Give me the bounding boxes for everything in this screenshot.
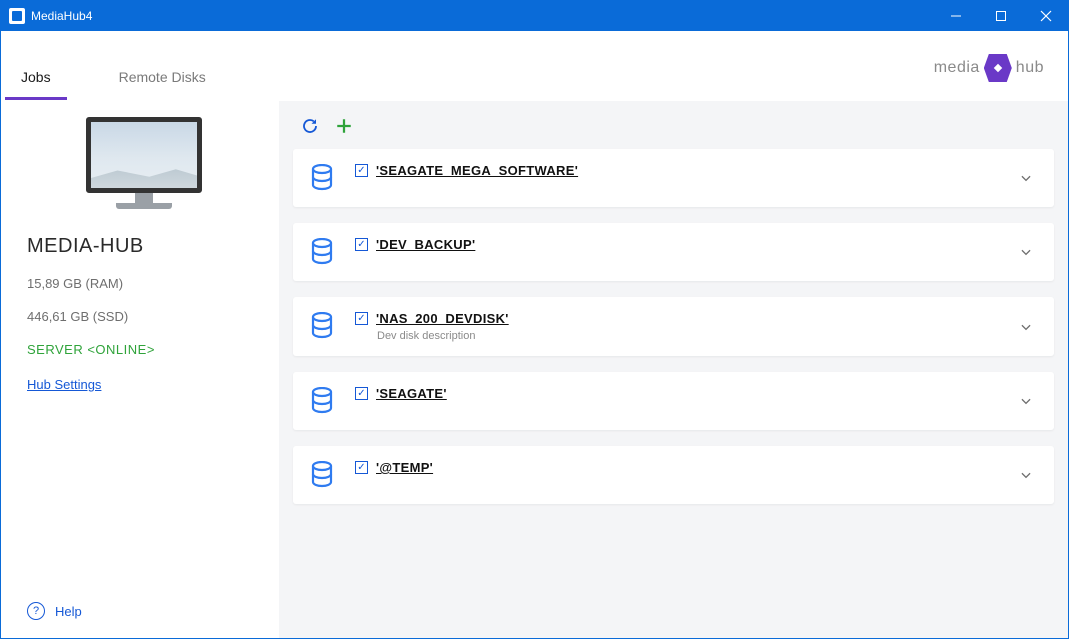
disk-list: ✓ 'SEAGATE_MEGA_SOFTWARE' ✓ 'DEV_BACKUP' ✓… <box>293 149 1054 504</box>
main-panel: ✓ 'SEAGATE_MEGA_SOFTWARE' ✓ 'DEV_BACKUP' ✓… <box>279 101 1068 638</box>
body: MEDIA-HUB 15,89 GB (RAM) 446,61 GB (SSD)… <box>1 101 1068 638</box>
help-link[interactable]: ? Help <box>27 596 261 626</box>
disk-body: ✓ 'SEAGATE' <box>355 386 998 401</box>
disk-title-row: ✓ 'DEV_BACKUP' <box>355 237 998 252</box>
disk-checkbox[interactable]: ✓ <box>355 387 368 400</box>
disk-title-row: ✓ 'SEAGATE' <box>355 386 998 401</box>
disk-name-link[interactable]: 'SEAGATE_MEGA_SOFTWARE' <box>376 163 578 178</box>
window-title: MediaHub4 <box>31 9 92 23</box>
disk-name-link[interactable]: 'DEV_BACKUP' <box>376 237 475 252</box>
app-icon <box>9 8 25 24</box>
header: Jobs Remote Disks media hub <box>1 31 1068 101</box>
help-label: Help <box>55 604 82 619</box>
sidebar: MEDIA-HUB 15,89 GB (RAM) 446,61 GB (SSD)… <box>1 101 279 638</box>
disk-title-row: ✓ 'NAS_200_DEVDISK' <box>355 311 998 326</box>
expand-chevron-icon[interactable] <box>1016 168 1036 188</box>
disk-icon <box>307 460 337 490</box>
disk-name-link[interactable]: '@TEMP' <box>376 460 433 475</box>
close-button[interactable] <box>1023 1 1068 31</box>
brand-mark-icon <box>984 54 1012 82</box>
disk-body: ✓ '@TEMP' <box>355 460 998 475</box>
tab-jobs[interactable]: Jobs <box>5 55 67 100</box>
expand-chevron-icon[interactable] <box>1016 242 1036 262</box>
help-icon: ? <box>27 602 45 620</box>
disk-row[interactable]: ✓ 'SEAGATE' <box>293 372 1054 430</box>
disk-body: ✓ 'DEV_BACKUP' <box>355 237 998 252</box>
disk-row[interactable]: ✓ 'NAS_200_DEVDISK' Dev disk description <box>293 297 1054 356</box>
disk-description: Dev disk description <box>355 330 998 342</box>
expand-chevron-icon[interactable] <box>1016 391 1036 411</box>
disk-icon <box>307 311 337 341</box>
disk-checkbox[interactable]: ✓ <box>355 238 368 251</box>
minimize-button[interactable] <box>933 1 978 31</box>
disk-checkbox[interactable]: ✓ <box>355 461 368 474</box>
disk-body: ✓ 'SEAGATE_MEGA_SOFTWARE' <box>355 163 998 178</box>
toolbar <box>293 113 1054 149</box>
disk-row[interactable]: ✓ '@TEMP' <box>293 446 1054 504</box>
disk-name-link[interactable]: 'SEAGATE' <box>376 386 447 401</box>
app-window: MediaHub4 Jobs Remote Disks media hub <box>0 0 1069 639</box>
brand-logo: media hub <box>934 54 1044 100</box>
disk-title-row: ✓ 'SEAGATE_MEGA_SOFTWARE' <box>355 163 998 178</box>
host-name: MEDIA-HUB <box>27 235 261 258</box>
titlebar: MediaHub4 <box>1 1 1068 31</box>
disk-title-row: ✓ '@TEMP' <box>355 460 998 475</box>
brand-text-right: hub <box>1016 59 1044 77</box>
ram-stat: 15,89 GB (RAM) <box>27 276 261 291</box>
disk-body: ✓ 'NAS_200_DEVDISK' Dev disk description <box>355 311 998 342</box>
tab-remote-disks[interactable]: Remote Disks <box>103 55 222 100</box>
tabs: Jobs Remote Disks <box>1 55 222 100</box>
disk-icon <box>307 237 337 267</box>
disk-name-link[interactable]: 'NAS_200_DEVDISK' <box>376 311 509 326</box>
refresh-button[interactable] <box>301 117 319 135</box>
brand-text-left: media <box>934 59 980 77</box>
expand-chevron-icon[interactable] <box>1016 317 1036 337</box>
computer-illustration <box>27 111 261 235</box>
maximize-button[interactable] <box>978 1 1023 31</box>
ssd-stat: 446,61 GB (SSD) <box>27 309 261 324</box>
disk-row[interactable]: ✓ 'DEV_BACKUP' <box>293 223 1054 281</box>
hub-settings-link[interactable]: Hub Settings <box>27 377 261 392</box>
disk-row[interactable]: ✓ 'SEAGATE_MEGA_SOFTWARE' <box>293 149 1054 207</box>
disk-icon <box>307 386 337 416</box>
disk-checkbox[interactable]: ✓ <box>355 164 368 177</box>
add-button[interactable] <box>335 117 353 135</box>
disk-icon <box>307 163 337 193</box>
server-status: SERVER <ONLINE> <box>27 342 261 357</box>
expand-chevron-icon[interactable] <box>1016 465 1036 485</box>
disk-checkbox[interactable]: ✓ <box>355 312 368 325</box>
